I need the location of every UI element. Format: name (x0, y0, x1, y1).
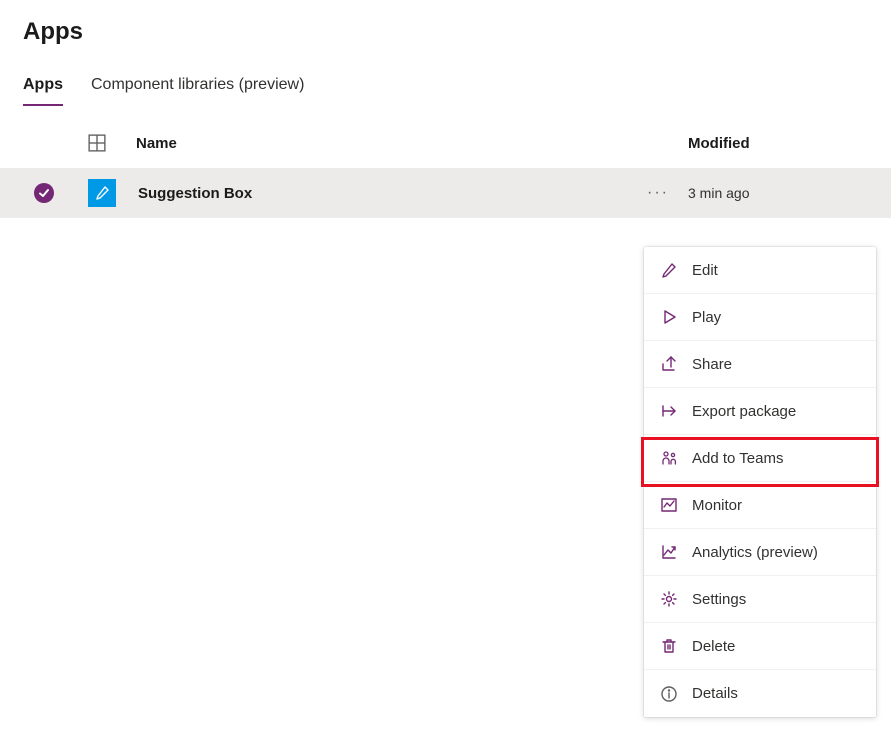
share-icon (660, 355, 678, 373)
trash-icon (660, 637, 678, 655)
analytics-icon (660, 543, 678, 561)
gear-icon (660, 590, 678, 608)
page-header: Apps (0, 0, 891, 54)
menu-item-edit[interactable]: Edit (644, 247, 876, 294)
row-checkbox[interactable] (0, 183, 88, 203)
menu-item-delete[interactable]: Delete (644, 623, 876, 670)
menu-label: Edit (692, 262, 718, 279)
checkmark-icon (34, 183, 54, 203)
menu-label: Add to Teams (692, 450, 783, 467)
menu-item-share[interactable]: Share (644, 341, 876, 388)
menu-label: Delete (692, 638, 735, 655)
app-name: Suggestion Box (116, 185, 628, 202)
apps-list: Name Modified Suggestion Box ··· 3 min a… (0, 134, 891, 218)
menu-item-details[interactable]: Details (644, 670, 876, 717)
canvas-app-icon (88, 179, 116, 207)
monitor-icon (660, 496, 678, 514)
menu-label: Play (692, 309, 721, 326)
list-header: Name Modified (0, 134, 891, 168)
menu-label: Monitor (692, 497, 742, 514)
tabs: Apps Component libraries (preview) (0, 76, 891, 106)
menu-item-add-to-teams[interactable]: Add to Teams (644, 435, 876, 482)
menu-label: Analytics (preview) (692, 544, 818, 561)
menu-label: Share (692, 356, 732, 373)
menu-item-play[interactable]: Play (644, 294, 876, 341)
tab-apps[interactable]: Apps (23, 76, 63, 106)
menu-label: Details (692, 685, 738, 702)
context-menu: Edit Play Share Export package (644, 247, 876, 717)
more-actions-button[interactable]: ··· (628, 184, 688, 202)
pencil-icon (660, 261, 678, 279)
column-header-modified[interactable]: Modified (688, 135, 873, 152)
menu-item-analytics[interactable]: Analytics (preview) (644, 529, 876, 576)
menu-item-settings[interactable]: Settings (644, 576, 876, 623)
play-icon (660, 308, 678, 326)
menu-label: Settings (692, 591, 746, 608)
app-modified: 3 min ago (688, 185, 873, 201)
menu-item-export[interactable]: Export package (644, 388, 876, 435)
tab-component-libraries[interactable]: Component libraries (preview) (91, 76, 304, 106)
column-header-name[interactable]: Name (108, 135, 628, 152)
menu-item-monitor[interactable]: Monitor (644, 482, 876, 529)
app-type-icon (88, 134, 108, 152)
app-row-suggestion-box[interactable]: Suggestion Box ··· 3 min ago (0, 168, 891, 218)
info-icon (660, 685, 678, 703)
export-icon (660, 402, 678, 420)
page-title: Apps (23, 18, 891, 46)
teams-icon (660, 449, 678, 467)
menu-label: Export package (692, 403, 796, 420)
